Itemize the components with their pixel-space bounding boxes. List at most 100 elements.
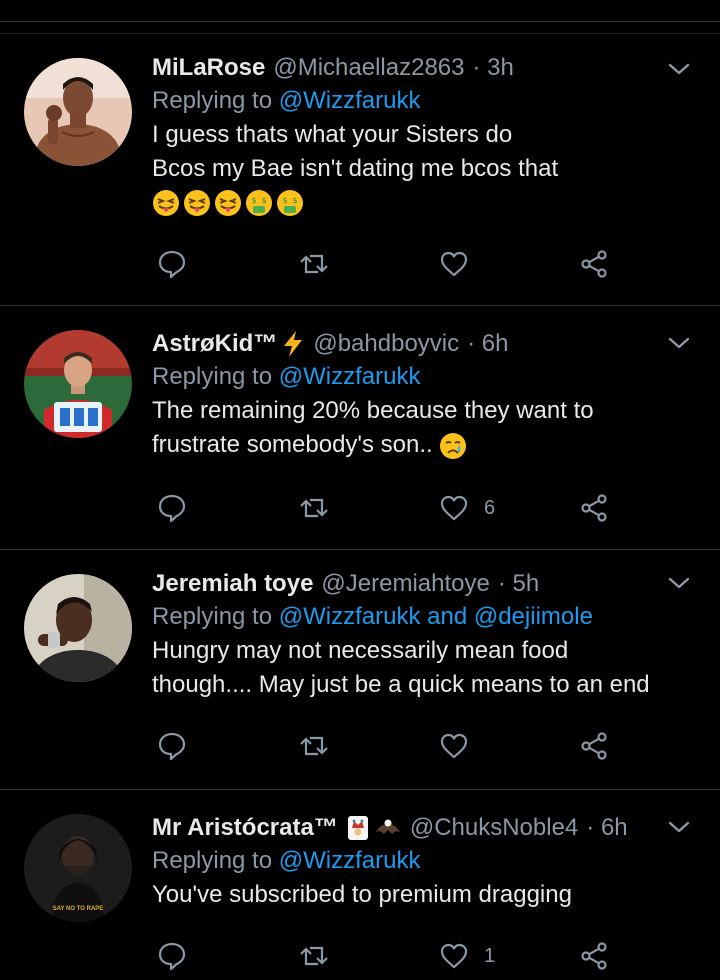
mention-link[interactable]: @Wizzfarukk — [279, 87, 421, 114]
joker-card-icon — [347, 816, 368, 840]
avatar[interactable] — [24, 330, 132, 438]
author-name[interactable]: Jeremiah toye — [152, 568, 313, 600]
author-name[interactable]: Mr Aristócrata™ — [152, 812, 338, 844]
money-mouth-emoji-icon: $ $ — [246, 190, 272, 216]
action-bar: 6 — [152, 492, 632, 532]
like-button[interactable]: 1 — [438, 940, 495, 972]
retweet-button[interactable] — [298, 940, 330, 972]
replying-label: Replying to — [152, 603, 273, 630]
share-button[interactable] — [578, 492, 610, 524]
avatar[interactable] — [24, 574, 132, 682]
avatar[interactable]: SAY NO TO RAPE — [24, 814, 132, 922]
tweet-text: Hungry may not necessarily mean food tho… — [152, 634, 700, 702]
chevron-down-icon[interactable] — [666, 570, 692, 596]
like-button[interactable] — [438, 730, 484, 762]
tweet-text-line: I guess thats what your Sisters do — [152, 121, 513, 148]
reply-icon — [158, 732, 186, 761]
chevron-down-icon[interactable] — [666, 330, 692, 356]
replying-and: and — [427, 603, 468, 630]
chevron-down-icon[interactable] — [666, 814, 692, 840]
retweet-button[interactable] — [298, 492, 330, 524]
like-button[interactable] — [438, 248, 484, 280]
retweet-button[interactable] — [298, 730, 330, 762]
replying-to: Replying to @Wizzfarukk and @dejiimole — [152, 600, 700, 634]
share-button[interactable] — [578, 730, 610, 762]
share-icon — [581, 732, 607, 760]
svg-text:$: $ — [261, 196, 266, 205]
like-button[interactable]: 6 — [438, 492, 495, 524]
svg-text:$: $ — [292, 196, 297, 205]
reply-button[interactable] — [156, 940, 188, 972]
mention-link[interactable]: @Wizzfarukk — [279, 847, 421, 874]
reply-icon — [158, 494, 186, 523]
mention-link[interactable]: @dejiimole — [474, 603, 593, 630]
share-icon — [581, 942, 607, 970]
reply-icon — [158, 942, 186, 971]
retweet-icon — [300, 498, 328, 518]
avatar-photo — [24, 330, 132, 438]
avatar-caption: SAY NO TO RAPE — [52, 906, 104, 912]
avatar-photo — [24, 58, 132, 166]
author-handle[interactable]: @bahdboyvic — [313, 328, 459, 360]
author-name[interactable]: AstrøKid™ — [152, 328, 277, 360]
action-bar — [152, 248, 632, 288]
tweet[interactable]: SAY NO TO RAPE Mr Aristócrata™ @ChuksNob… — [0, 790, 720, 977]
share-icon — [581, 494, 607, 522]
retweet-button[interactable] — [298, 248, 330, 280]
share-button[interactable] — [578, 248, 610, 280]
reply-button[interactable] — [156, 730, 188, 762]
replying-to: Replying to @Wizzfarukk — [152, 844, 700, 878]
author-name[interactable]: MiLaRose — [152, 52, 265, 84]
chevron-down-icon[interactable] — [666, 56, 692, 82]
action-bar: 1 — [152, 940, 632, 980]
avatar-photo — [24, 574, 132, 682]
like-count: 1 — [484, 944, 496, 967]
share-icon — [581, 250, 607, 278]
reply-button[interactable] — [156, 248, 188, 280]
like-count: 6 — [484, 496, 496, 519]
mention-link[interactable]: @Wizzfarukk — [279, 603, 421, 630]
tweet[interactable]: Jeremiah toye @Jeremiahtoye · 5h Replyin… — [0, 550, 720, 790]
heart-icon — [440, 943, 468, 969]
timestamp[interactable]: · 5h — [498, 568, 539, 600]
retweet-icon — [300, 946, 328, 966]
reply-icon — [158, 250, 186, 279]
share-button[interactable] — [578, 940, 610, 972]
svg-text:$: $ — [251, 196, 256, 205]
avatar[interactable] — [24, 58, 132, 166]
squinting-tongue-emoji-icon — [184, 190, 210, 216]
author-handle[interactable]: @Jeremiahtoye — [321, 568, 489, 600]
heart-icon — [440, 495, 468, 521]
replying-label: Replying to — [152, 847, 273, 874]
heart-icon — [440, 251, 468, 277]
eagle-icon — [375, 819, 400, 834]
retweet-icon — [300, 254, 328, 274]
replying-to: Replying to @Wizzfarukk — [152, 360, 700, 394]
mention-link[interactable]: @Wizzfarukk — [279, 363, 421, 390]
money-mouth-emoji-icon: $ $ — [277, 190, 303, 216]
tweet[interactable]: AstrøKid™ @bahdboyvic · 6h Replying to @… — [0, 306, 720, 550]
reply-button[interactable] — [156, 492, 188, 524]
timestamp[interactable]: · 6h — [586, 812, 627, 844]
timestamp[interactable]: · 6h — [467, 328, 508, 360]
top-divider — [0, 21, 720, 22]
retweet-icon — [300, 736, 328, 756]
tweet-text-line: frustrate somebody's son.. — [152, 431, 433, 458]
replying-label: Replying to — [152, 363, 273, 390]
replying-to: Replying to @Wizzfarukk — [152, 84, 700, 118]
author-handle[interactable]: @Michaellaz2863 — [273, 52, 464, 84]
timestamp[interactable]: · 3h — [473, 52, 514, 84]
svg-text:$: $ — [282, 196, 287, 205]
tweet[interactable]: MiLaRose @Michaellaz2863 · 3h Replying t… — [0, 34, 720, 306]
tweet-text-line: Hungry may not necessarily mean food — [152, 637, 569, 664]
tweet-text: The remaining 20% because they want to f… — [152, 394, 700, 462]
tweet-text-line-with-emoji: frustrate somebody's son.. — [152, 428, 700, 462]
tweet-text: I guess thats what your Sisters do Bcos … — [152, 118, 700, 220]
author-handle[interactable]: @ChuksNoble4 — [410, 812, 578, 844]
tweet-text: You've subscribed to premium dragging — [152, 878, 700, 912]
tweet-text-line: You've subscribed to premium dragging — [152, 881, 572, 908]
tweet-text-line: The remaining 20% because they want to — [152, 397, 594, 424]
crying-face-emoji-icon — [440, 432, 467, 459]
squinting-tongue-emoji-icon — [215, 190, 241, 216]
squinting-tongue-emoji-icon — [153, 190, 179, 216]
